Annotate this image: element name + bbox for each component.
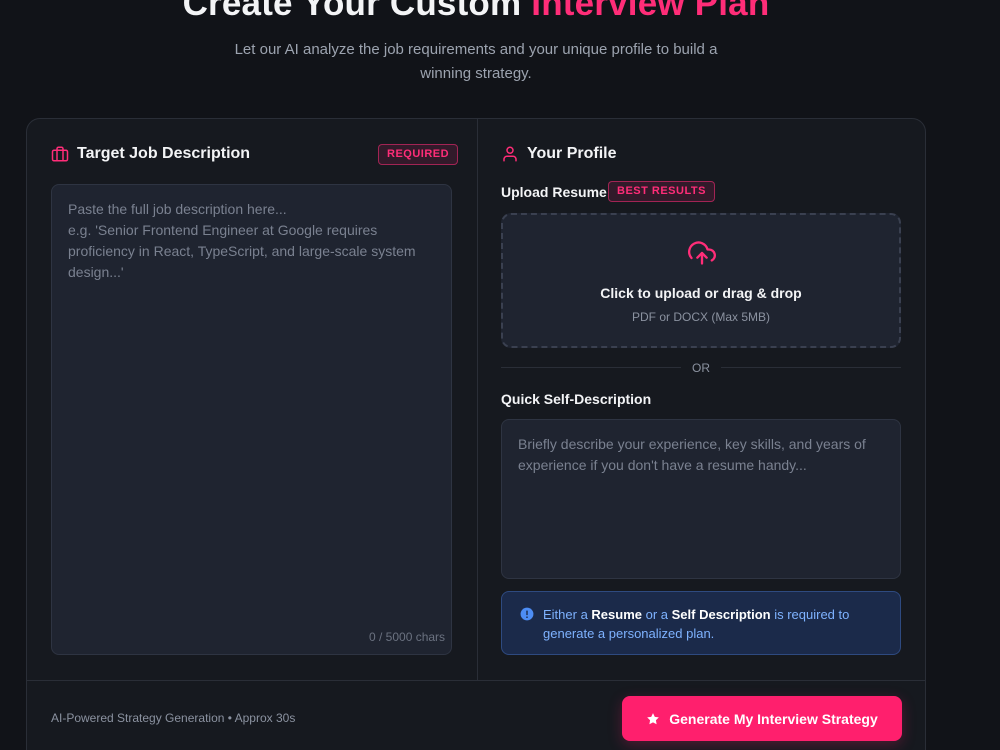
info-text-2: or a bbox=[642, 607, 672, 622]
column-divider bbox=[477, 119, 478, 680]
self-description-input[interactable] bbox=[501, 419, 901, 579]
char-count: 0 / 5000 chars bbox=[369, 630, 446, 644]
job-heading-label: Target Job Description bbox=[77, 145, 251, 162]
cloud-upload-icon bbox=[688, 241, 716, 265]
info-text-1: Either a bbox=[543, 607, 592, 622]
upload-title: Click to upload or drag & drop bbox=[600, 285, 802, 301]
star-icon bbox=[647, 712, 660, 724]
profile-heading-label: Your Profile bbox=[527, 145, 617, 162]
footer-note: AI-Powered Strategy Generation • Approx … bbox=[51, 711, 296, 725]
title-accent: Interview Plan bbox=[531, 0, 770, 23]
best-results-badge: BEST RESULTS bbox=[608, 181, 715, 202]
upload-hint: PDF or DOCX (Max 5MB) bbox=[631, 310, 770, 324]
upload-resume-label: Upload Resume bbox=[501, 184, 607, 200]
footer-divider bbox=[27, 680, 925, 681]
info-icon bbox=[520, 607, 534, 621]
or-divider-right bbox=[721, 367, 901, 368]
job-section-heading: Target Job Description bbox=[51, 145, 250, 163]
self-description-label: Quick Self-Description bbox=[501, 391, 652, 407]
user-icon bbox=[503, 146, 517, 162]
briefcase-icon bbox=[51, 146, 69, 162]
generate-button-label: Generate My Interview Strategy bbox=[669, 710, 878, 727]
page-title: Create Your Custom Interview Plan bbox=[0, 0, 952, 24]
info-bold-self-description: Self Description bbox=[671, 607, 771, 622]
requirement-info-box: Either a Resume or a Self Description is… bbox=[501, 591, 901, 655]
required-badge: REQUIRED bbox=[378, 144, 459, 165]
info-bold-resume: Resume bbox=[591, 607, 642, 622]
plan-form-card: Target Job Description REQUIRED 0 / 5000… bbox=[26, 118, 926, 750]
job-description-input[interactable] bbox=[51, 184, 452, 655]
page-subtitle: Let our AI analyze the job requirements … bbox=[234, 41, 718, 82]
requirement-info-text: Either a Resume or a Self Description is… bbox=[543, 605, 883, 643]
resume-upload-dropzone[interactable]: Click to upload or drag & drop PDF or DO… bbox=[501, 213, 901, 348]
or-separator: OR bbox=[692, 361, 710, 375]
generate-strategy-button[interactable]: Generate My Interview Strategy bbox=[622, 696, 902, 741]
title-prefix: Create Your Custom bbox=[182, 0, 532, 23]
or-divider-left bbox=[501, 367, 681, 368]
profile-section-heading: Your Profile bbox=[501, 145, 617, 163]
